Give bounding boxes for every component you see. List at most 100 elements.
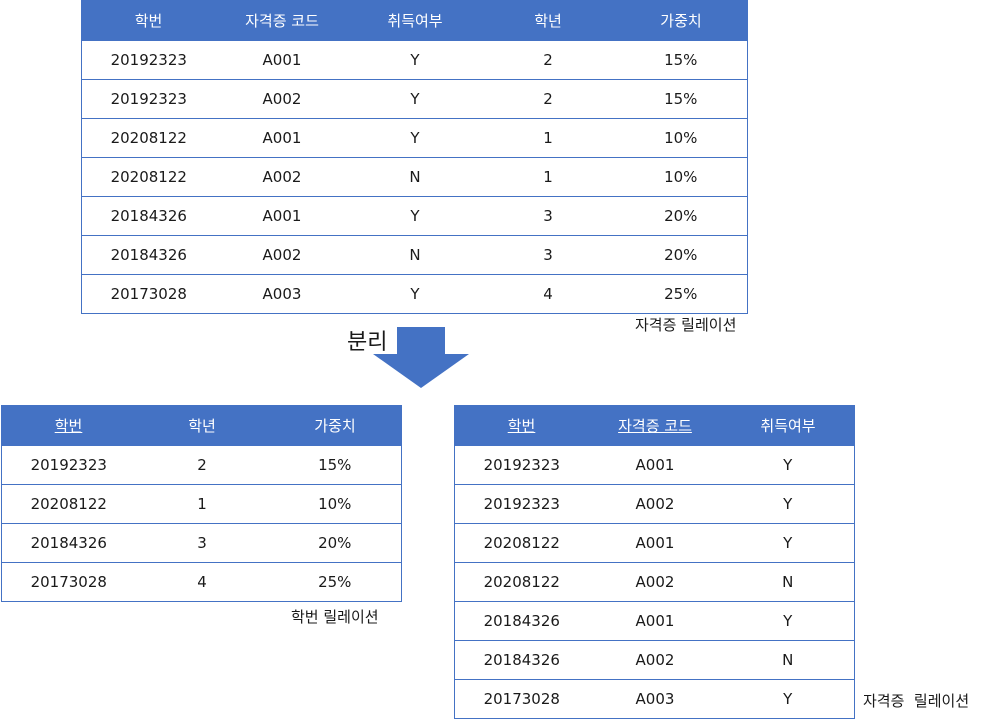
cell-grade: 2 <box>481 79 615 119</box>
primary-key-label: 학번 <box>54 417 83 435</box>
table-row: 20208122 A002 N <box>454 562 855 602</box>
table-row: 20192323 2 15% <box>1 445 402 485</box>
cell-student-id: 20208122 <box>1 484 136 524</box>
table-row: 20173028 A003 Y <box>454 679 855 719</box>
table-row: 20184326 A001 Y <box>454 601 855 641</box>
cell-grade: 3 <box>481 235 615 275</box>
cell-acquired: Y <box>721 484 855 524</box>
column-header-cert-code: 자격증 코드 <box>588 405 722 446</box>
cell-student-id: 20208122 <box>454 523 589 563</box>
table-row: 20192323 A002 Y <box>454 484 855 524</box>
column-header-student-id: 학번 <box>1 405 136 446</box>
cell-acquired: Y <box>721 523 855 563</box>
column-header-acquired: 취득여부 <box>721 405 855 446</box>
cell-weight: 20% <box>614 196 748 236</box>
certificate-relation-table: 학번 자격증 코드 취득여부 학년 가중치 20192323 A001 Y 2 … <box>81 0 748 314</box>
cell-acquired: N <box>348 157 482 197</box>
cell-student-id: 20173028 <box>81 274 216 314</box>
cell-student-id: 20184326 <box>454 601 589 641</box>
cell-acquired: Y <box>348 274 482 314</box>
cell-acquired: Y <box>721 679 855 719</box>
cell-acquired: N <box>721 640 855 680</box>
cell-cert-code: A001 <box>215 40 349 80</box>
cell-student-id: 20192323 <box>454 445 589 485</box>
table-row: 20184326 A001 Y 3 20% <box>81 196 748 236</box>
cell-grade: 1 <box>481 118 615 158</box>
cell-acquired: N <box>348 235 482 275</box>
cell-weight: 10% <box>268 484 402 524</box>
cell-grade: 1 <box>135 484 269 524</box>
cell-acquired: N <box>721 562 855 602</box>
cell-cert-code: A001 <box>215 196 349 236</box>
student-relation-table: 학번 학년 가중치 20192323 2 15% 20208122 1 10% … <box>1 405 402 602</box>
column-header-student-id: 학번 <box>454 405 589 446</box>
cell-student-id: 20184326 <box>1 523 136 563</box>
column-header-weight: 가중치 <box>614 0 748 41</box>
table-header-row: 학번 자격증 코드 취득여부 학년 가중치 <box>81 0 748 41</box>
certificate-acquisition-table: 학번 자격증 코드 취득여부 20192323 A001 Y 20192323 … <box>454 405 855 719</box>
cell-student-id: 20192323 <box>81 79 216 119</box>
table-header-row: 학번 학년 가중치 <box>1 405 402 446</box>
cell-student-id: 20184326 <box>454 640 589 680</box>
table-header-row: 학번 자격증 코드 취득여부 <box>454 405 855 446</box>
top-table-caption: 자격증 릴레이션 <box>635 316 737 334</box>
right-table-caption: 자격증 릴레이션 <box>863 692 970 710</box>
cell-student-id: 20184326 <box>81 235 216 275</box>
column-header-acquired: 취득여부 <box>348 0 482 41</box>
cell-grade: 3 <box>135 523 269 563</box>
cell-cert-code: A001 <box>215 118 349 158</box>
cell-weight: 10% <box>614 157 748 197</box>
cell-cert-code: A002 <box>588 484 722 524</box>
cell-acquired: Y <box>721 601 855 641</box>
cell-student-id: 20208122 <box>454 562 589 602</box>
cell-weight: 25% <box>268 562 402 602</box>
cell-grade: 2 <box>481 40 615 80</box>
cell-weight: 15% <box>614 79 748 119</box>
table-row: 20184326 3 20% <box>1 523 402 563</box>
cell-student-id: 20208122 <box>81 118 216 158</box>
cell-cert-code: A001 <box>588 601 722 641</box>
table-row: 20173028 4 25% <box>1 562 402 602</box>
cell-cert-code: A002 <box>588 640 722 680</box>
cell-cert-code: A002 <box>588 562 722 602</box>
cell-cert-code: A002 <box>215 157 349 197</box>
column-header-grade: 학년 <box>135 405 269 446</box>
cell-grade: 4 <box>481 274 615 314</box>
primary-key-label: 학번 <box>507 417 536 435</box>
cell-student-id: 20192323 <box>1 445 136 485</box>
cell-acquired: Y <box>348 196 482 236</box>
table-row: 20192323 A002 Y 2 15% <box>81 79 748 119</box>
cell-acquired: Y <box>348 40 482 80</box>
cell-weight: 20% <box>268 523 402 563</box>
table-row: 20208122 A001 Y 1 10% <box>81 118 748 158</box>
cell-acquired: Y <box>348 79 482 119</box>
cell-student-id: 20184326 <box>81 196 216 236</box>
table-row: 20208122 1 10% <box>1 484 402 524</box>
column-header-student-id: 학번 <box>81 0 216 41</box>
cell-weight: 10% <box>614 118 748 158</box>
column-header-grade: 학년 <box>481 0 615 41</box>
table-row: 20208122 A002 N 1 10% <box>81 157 748 197</box>
cell-student-id: 20173028 <box>1 562 136 602</box>
column-header-weight: 가중치 <box>268 405 402 446</box>
cell-grade: 1 <box>481 157 615 197</box>
table-row: 20192323 A001 Y <box>454 445 855 485</box>
down-arrow-icon <box>373 327 469 388</box>
cell-cert-code: A003 <box>588 679 722 719</box>
table-row: 20184326 A002 N 3 20% <box>81 235 748 275</box>
cell-grade: 4 <box>135 562 269 602</box>
primary-key-label: 자격증 코드 <box>618 417 692 435</box>
cell-cert-code: A003 <box>215 274 349 314</box>
cell-acquired: Y <box>348 118 482 158</box>
table-row: 20208122 A001 Y <box>454 523 855 563</box>
cell-cert-code: A002 <box>215 79 349 119</box>
cell-student-id: 20192323 <box>454 484 589 524</box>
table-row: 20173028 A003 Y 4 25% <box>81 274 748 314</box>
cell-cert-code: A001 <box>588 523 722 563</box>
cell-weight: 15% <box>614 40 748 80</box>
cell-weight: 25% <box>614 274 748 314</box>
cell-weight: 15% <box>268 445 402 485</box>
column-header-cert-code: 자격증 코드 <box>215 0 349 41</box>
cell-acquired: Y <box>721 445 855 485</box>
left-table-caption: 학번 릴레이션 <box>291 608 379 626</box>
